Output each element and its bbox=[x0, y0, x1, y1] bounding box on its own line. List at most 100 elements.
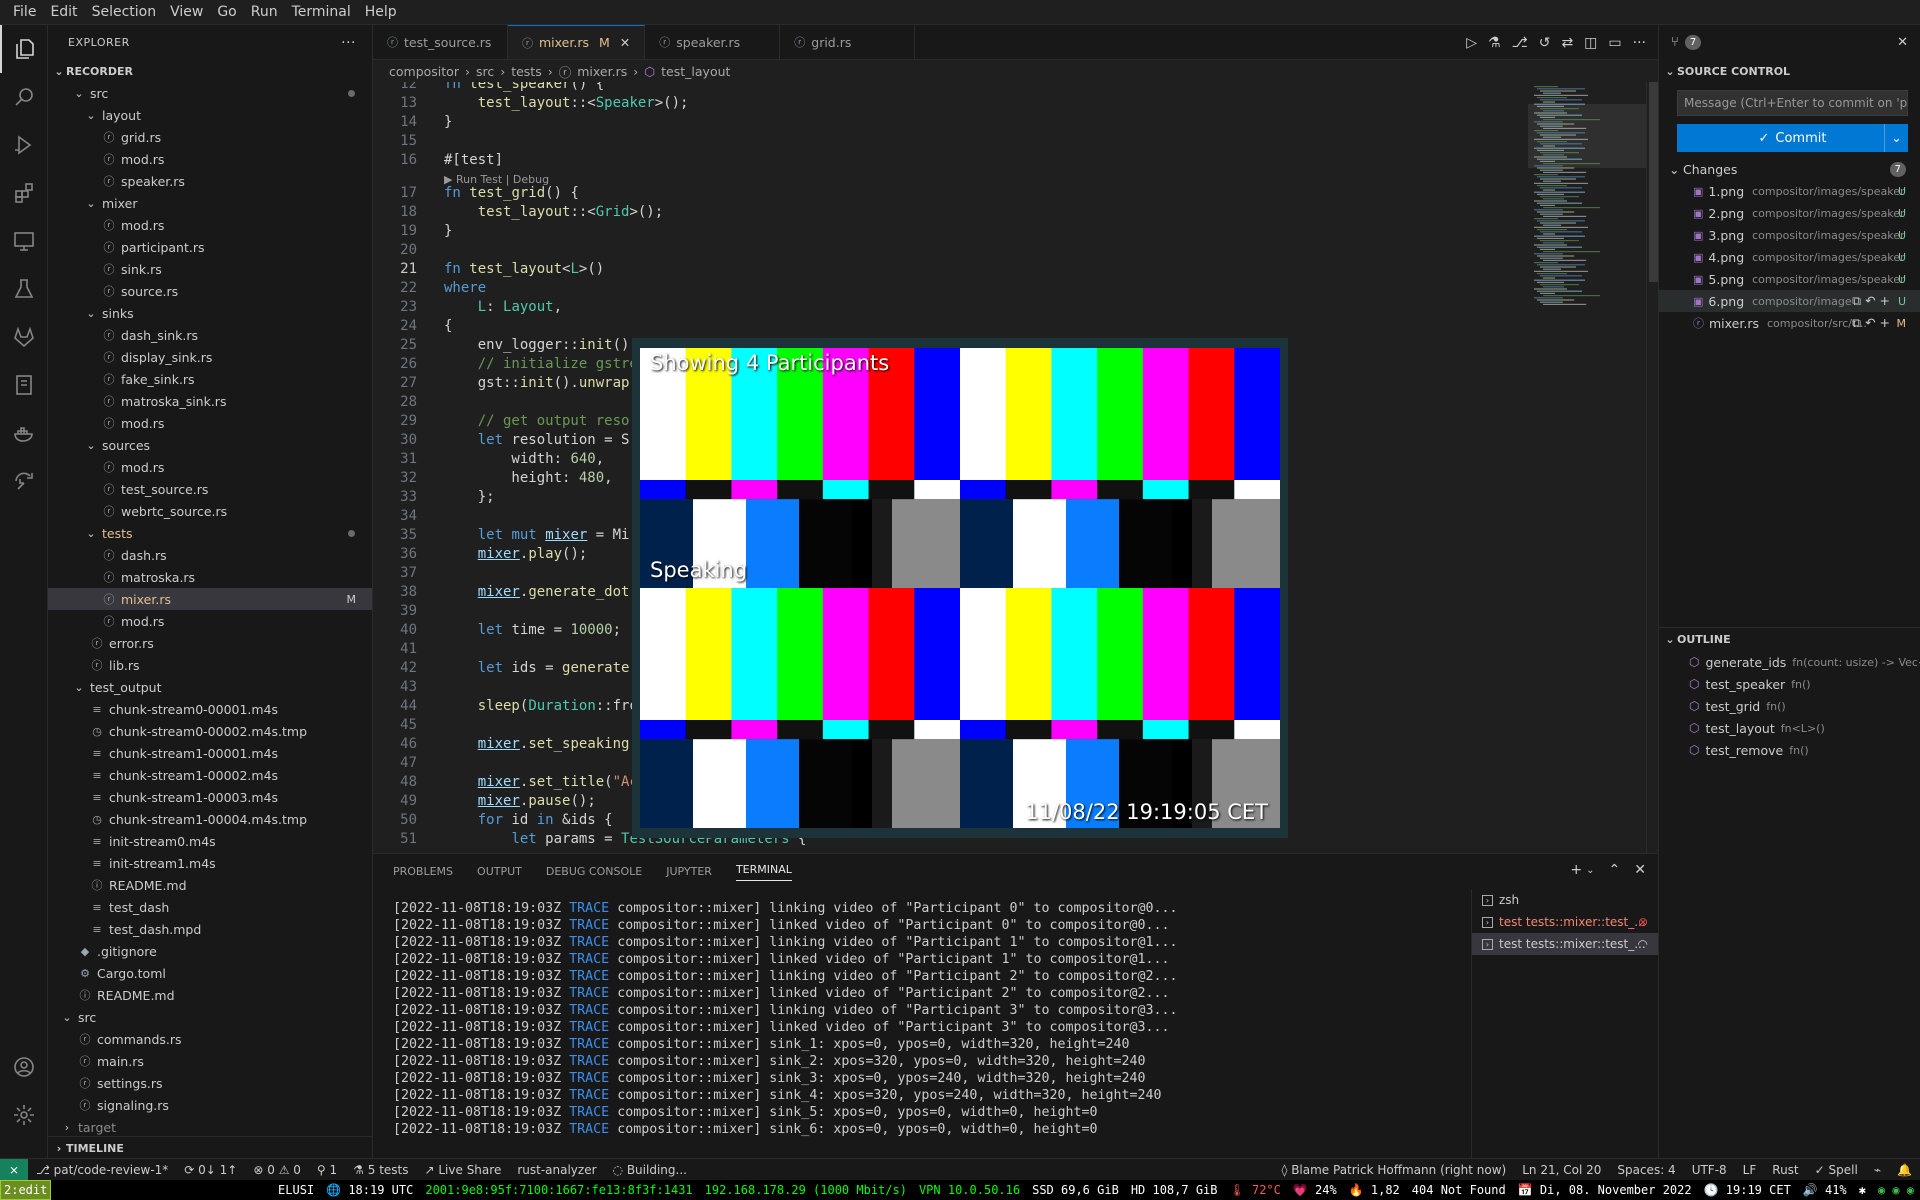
rust-analyzer-status[interactable]: rust-analyzer bbox=[509, 1163, 604, 1177]
compare-changes-icon[interactable]: ⚗ bbox=[1488, 35, 1501, 51]
timeline-icon[interactable]: ↺ bbox=[1539, 35, 1551, 51]
tree-file[interactable]: ⓡ signaling.rs bbox=[48, 1094, 372, 1116]
tree-file[interactable]: ◷ chunk-stream1-00004.m4s.tmp bbox=[48, 808, 372, 830]
menu-edit[interactable]: Edit bbox=[43, 4, 84, 20]
editor-tab[interactable]: ⓡ speaker.rs bbox=[645, 25, 781, 59]
menu-go[interactable]: Go bbox=[210, 4, 243, 20]
terminal-instance[interactable]: › test tests::mixer::test_... ⊗ bbox=[1472, 911, 1658, 933]
tree-file[interactable]: ⓡ settings.rs bbox=[48, 1072, 372, 1094]
terminal-instance[interactable]: › test tests::mixer::test_... ◠ bbox=[1472, 933, 1658, 955]
changed-file[interactable]: ▣ 4.png compositor/images/speaker U bbox=[1659, 246, 1920, 268]
terminal-dropdown-icon[interactable]: ⌄ bbox=[1586, 865, 1594, 878]
breadcrumb-item[interactable]: src bbox=[476, 64, 494, 79]
tree-folder[interactable]: ⌄ src bbox=[48, 1006, 372, 1028]
tree-file[interactable]: ⓡ mod.rs bbox=[48, 412, 372, 434]
code-line[interactable]: 24 { bbox=[373, 317, 1528, 336]
outline-symbol[interactable]: ⬡ test_layout fn<L>() bbox=[1659, 717, 1920, 739]
code-line[interactable]: 13 test_layout::<Speaker>(); bbox=[373, 94, 1528, 113]
open-changes-icon[interactable]: ⇄ bbox=[1561, 35, 1573, 51]
tree-file[interactable]: ⓡ test_source.rs bbox=[48, 478, 372, 500]
eol-status[interactable]: LF bbox=[1735, 1163, 1765, 1177]
tree-file[interactable]: ⓡ webrtc_source.rs bbox=[48, 500, 372, 522]
commit-dropdown-icon[interactable]: ⌄ bbox=[1884, 124, 1908, 152]
tree-file[interactable]: ≡ test_dash.mpd bbox=[48, 918, 372, 940]
tree-folder[interactable]: ⌄ tests bbox=[48, 522, 372, 544]
tree-file[interactable]: ⓡ fake_sink.rs bbox=[48, 368, 372, 390]
live-share-status[interactable]: ↗ Live Share bbox=[417, 1163, 510, 1177]
tree-file[interactable]: ⚙ Cargo.toml bbox=[48, 962, 372, 984]
code-line[interactable]: 23 L: Layout, bbox=[373, 298, 1528, 317]
tree-file[interactable]: ⓡ dash_sink.rs bbox=[48, 324, 372, 346]
tests-status[interactable]: ⚗ 5 tests bbox=[345, 1163, 416, 1177]
timeline-section-header[interactable]: › TIMELINE bbox=[48, 1136, 372, 1158]
breadcrumb-item[interactable]: compositor bbox=[389, 64, 459, 79]
file-actions-icons[interactable]: ⧉ ↶ + bbox=[1852, 315, 1890, 331]
commit-message-input[interactable]: Message (Ctrl+Enter to commit on 'pat/c.… bbox=[1677, 90, 1908, 116]
testing-icon[interactable] bbox=[0, 265, 48, 313]
tree-file[interactable]: ≡ chunk-stream1-00002.m4s bbox=[48, 764, 372, 786]
breadcrumb-item[interactable]: mixer.rs bbox=[577, 64, 627, 79]
tree-folder[interactable]: ⌄ test_output bbox=[48, 676, 372, 698]
maximize-panel-icon[interactable]: ⌃ bbox=[1609, 862, 1621, 878]
changed-file[interactable]: ▣ 2.png compositor/images/speaker U bbox=[1659, 202, 1920, 224]
tree-file[interactable]: ⓡ mod.rs bbox=[48, 214, 372, 236]
cursor-position[interactable]: Ln 21, Col 20 bbox=[1514, 1163, 1609, 1177]
code-line[interactable]: 12 fn test_speaker() { bbox=[373, 82, 1528, 94]
tree-folder[interactable]: ⌄ sources bbox=[48, 434, 372, 456]
code-line[interactable]: 15 bbox=[373, 132, 1528, 151]
outline-symbol[interactable]: ⬡ generate_ids fn(count: usize) -> Vec<Str… bbox=[1659, 651, 1920, 673]
tree-file[interactable]: ⓡ speaker.rs bbox=[48, 170, 372, 192]
outline-header[interactable]: ⌄ OUTLINE bbox=[1659, 627, 1920, 649]
changed-file[interactable]: ▣ 1.png compositor/images/speaker U bbox=[1659, 180, 1920, 202]
search-icon[interactable] bbox=[0, 73, 48, 121]
terminal-output[interactable]: [2022-11-08T18:19:03Z TRACE compositor::… bbox=[393, 900, 1493, 1138]
ports-status[interactable]: ⚲ 1 bbox=[309, 1163, 345, 1177]
editor-tab[interactable]: ⓡ mixer.rs M ✕ bbox=[508, 25, 646, 59]
tree-folder[interactable]: ⌄ mixer bbox=[48, 192, 372, 214]
panel-tab-problems[interactable]: PROBLEMS bbox=[393, 865, 453, 878]
panel-tab-output[interactable]: OUTPUT bbox=[477, 865, 522, 878]
tree-file[interactable]: ⓡ mod.rs bbox=[48, 610, 372, 632]
docker-icon[interactable] bbox=[0, 409, 48, 457]
tree-file[interactable]: ⓡ lib.rs bbox=[48, 654, 372, 676]
remote-indicator-icon[interactable]: ⨯ bbox=[0, 1158, 28, 1181]
scrollbar-thumb[interactable] bbox=[1649, 82, 1658, 282]
codelens-run-test[interactable]: ▶ Run Test | Debug bbox=[373, 170, 1528, 186]
breadcrumb-item[interactable]: test_layout bbox=[661, 64, 730, 79]
tree-file[interactable]: ≡ chunk-stream1-00001.m4s bbox=[48, 742, 372, 764]
remote-explorer-icon[interactable] bbox=[0, 217, 48, 265]
breadcrumb-item[interactable]: tests bbox=[511, 64, 542, 79]
tree-folder[interactable]: › target bbox=[48, 1116, 372, 1138]
code-line[interactable]: 16 #[test] bbox=[373, 151, 1528, 170]
tree-folder[interactable]: ⌄ src bbox=[48, 82, 372, 104]
editor-tab[interactable]: ⓡ grid.rs bbox=[780, 25, 916, 59]
tree-file[interactable]: ◷ chunk-stream0-00002.m4s.tmp bbox=[48, 720, 372, 742]
indentation-status[interactable]: Spaces: 4 bbox=[1609, 1163, 1683, 1177]
tree-file[interactable]: ≡ init-stream1.m4s bbox=[48, 852, 372, 874]
menu-selection[interactable]: Selection bbox=[85, 4, 164, 20]
run-icon[interactable]: ▷ bbox=[1466, 35, 1477, 51]
spell-status[interactable]: ✓ Spell bbox=[1807, 1163, 1866, 1177]
new-terminal-icon[interactable]: + bbox=[1570, 862, 1582, 878]
tree-file[interactable]: ≡ test_dash bbox=[48, 896, 372, 918]
more-actions-icon[interactable]: ··· bbox=[341, 35, 356, 51]
run-debug-icon[interactable] bbox=[0, 121, 48, 169]
tree-file[interactable]: ⓡ dash.rs bbox=[48, 544, 372, 566]
editor-scrollbar[interactable] bbox=[1646, 82, 1658, 853]
outline-symbol[interactable]: ⬡ test_remove fn() bbox=[1659, 739, 1920, 761]
panel-tab-terminal[interactable]: TERMINAL bbox=[735, 863, 792, 881]
tree-file[interactable]: ⓡ sink.rs bbox=[48, 258, 372, 280]
language-mode[interactable]: Rust bbox=[1764, 1163, 1806, 1177]
git-commit-icon[interactable]: ⎇ bbox=[1512, 35, 1528, 51]
tree-file[interactable]: ⓡ grid.rs bbox=[48, 126, 372, 148]
tree-file[interactable]: ≡ init-stream0.m4s bbox=[48, 830, 372, 852]
tree-file[interactable]: ⓡ source.rs bbox=[48, 280, 372, 302]
code-line[interactable]: 14} bbox=[373, 113, 1528, 132]
settings-gear-icon[interactable] bbox=[0, 1091, 48, 1139]
tree-file[interactable]: ⓘ README.md bbox=[48, 874, 372, 896]
tree-file[interactable]: ⓡ error.rs bbox=[48, 632, 372, 654]
more-actions-icon[interactable]: ··· bbox=[1633, 35, 1646, 51]
menu-file[interactable]: File bbox=[6, 4, 43, 20]
changed-file[interactable]: ▣ 5.png compositor/images/speaker U bbox=[1659, 268, 1920, 290]
layout-icon[interactable]: ▭ bbox=[1608, 35, 1621, 51]
